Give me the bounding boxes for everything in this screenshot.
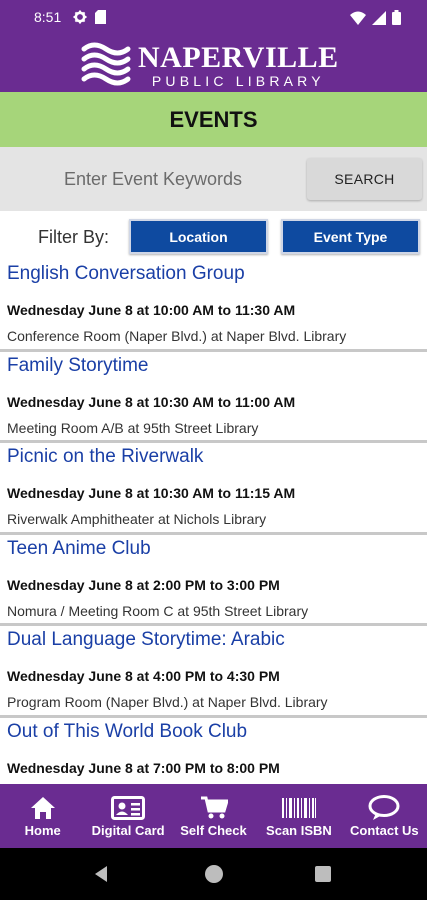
cart-icon xyxy=(200,795,228,821)
filter-label: Filter By: xyxy=(38,227,110,247)
event-title[interactable]: Family Storytime xyxy=(7,355,148,377)
app-header: NAPERVILLE PUBLIC LIBRARY xyxy=(0,34,427,92)
event-title[interactable]: Dual Language Storytime: Arabic xyxy=(7,629,285,651)
page-title: EVENTS xyxy=(169,106,258,132)
event-list-item[interactable]: English Conversation Group Wednesday Jun… xyxy=(0,260,427,352)
barcode-icon xyxy=(281,795,317,821)
event-location: Meeting Room A/B at 95th Street Library xyxy=(7,419,259,436)
nav-self-check[interactable]: Self Check xyxy=(171,784,256,848)
signal-icon xyxy=(372,10,386,30)
logo-text: NAPERVILLE PUBLIC LIBRARY xyxy=(138,40,339,89)
event-list-item[interactable]: Teen Anime Club Wednesday June 8 at 2:00… xyxy=(0,535,427,626)
settings-icon xyxy=(73,10,87,29)
filter-row: Filter By: Location Event Type xyxy=(0,217,427,255)
event-type-filter-button[interactable]: Event Type xyxy=(281,219,420,254)
event-list-item[interactable]: Out of This World Book Club Wednesday Ju… xyxy=(0,718,427,785)
event-list-item[interactable]: Dual Language Storytime: Arabic Wednesda… xyxy=(0,626,427,718)
event-time: Wednesday June 8 at 10:30 AM to 11:00 AM xyxy=(7,393,296,410)
nav-contact-us[interactable]: Contact Us xyxy=(342,784,427,848)
nav-label: Scan ISBN xyxy=(266,822,332,838)
event-time: Wednesday June 8 at 4:00 PM to 4:30 PM xyxy=(7,668,280,684)
event-time: Wednesday June 8 at 2:00 PM to 3:00 PM xyxy=(7,576,280,593)
nav-label: Contact Us xyxy=(350,822,419,838)
book-waves-icon xyxy=(80,39,132,92)
id-card-icon xyxy=(111,795,146,821)
event-location: Program Room (Naper Blvd.) at Naper Blvd… xyxy=(7,694,328,710)
chat-bubble-icon xyxy=(368,794,400,821)
search-bar: SEARCH xyxy=(0,147,427,211)
status-icons-right xyxy=(350,10,401,30)
nav-home[interactable]: Home xyxy=(0,784,85,848)
recents-icon[interactable] xyxy=(315,866,331,882)
event-time: Wednesday June 8 at 10:30 AM to 11:15 AM xyxy=(7,485,296,501)
status-time: 8:51 xyxy=(34,9,62,25)
nav-digital-card[interactable]: Digital Card xyxy=(85,784,170,848)
event-location: Nomura / Meeting Room C at 95th Street L… xyxy=(7,602,309,619)
nav-label: Home xyxy=(24,822,61,838)
system-nav-bar xyxy=(0,848,427,900)
home-icon xyxy=(30,795,56,821)
event-title[interactable]: Picnic on the Riverwalk xyxy=(7,446,203,468)
event-location: Conference Room (Naper Blvd.) at Naper B… xyxy=(7,328,347,344)
event-location: Riverwalk Amphitheater at Nichols Librar… xyxy=(7,511,267,527)
search-input[interactable] xyxy=(10,159,296,199)
event-list-item[interactable]: Family Storytime Wednesday June 8 at 10:… xyxy=(0,352,427,443)
page-title-bar: EVENTS xyxy=(0,92,427,147)
back-icon[interactable] xyxy=(93,865,109,888)
bottom-nav: Home Digital Card Self Check Scan ISBN C… xyxy=(0,784,427,848)
status-bar: 8:51 xyxy=(0,0,427,34)
battery-icon xyxy=(392,10,401,30)
event-list[interactable]: English Conversation Group Wednesday Jun… xyxy=(0,260,427,784)
sd-card-icon xyxy=(95,10,106,29)
event-time: Wednesday June 8 at 10:00 AM to 11:30 AM xyxy=(7,302,296,318)
event-title[interactable]: Teen Anime Club xyxy=(7,538,151,560)
nav-label: Self Check xyxy=(180,822,247,838)
status-icons-left xyxy=(73,10,106,29)
library-logo[interactable]: NAPERVILLE PUBLIC LIBRARY xyxy=(80,39,339,92)
home-circle-icon[interactable] xyxy=(205,865,223,883)
nav-label: Digital Card xyxy=(91,822,165,838)
search-button[interactable]: SEARCH xyxy=(307,158,422,200)
event-title[interactable]: Out of This World Book Club xyxy=(7,721,247,743)
event-title[interactable]: English Conversation Group xyxy=(7,263,245,285)
logo-subtitle: PUBLIC LIBRARY xyxy=(151,72,325,89)
event-list-item[interactable]: Picnic on the Riverwalk Wednesday June 8… xyxy=(0,443,427,535)
location-filter-button[interactable]: Location xyxy=(129,219,268,254)
wifi-icon xyxy=(350,11,366,30)
event-time: Wednesday June 8 at 7:00 PM to 8:00 PM xyxy=(7,759,280,776)
logo-title: NAPERVILLE xyxy=(138,40,339,74)
nav-scan-isbn[interactable]: Scan ISBN xyxy=(256,784,341,848)
